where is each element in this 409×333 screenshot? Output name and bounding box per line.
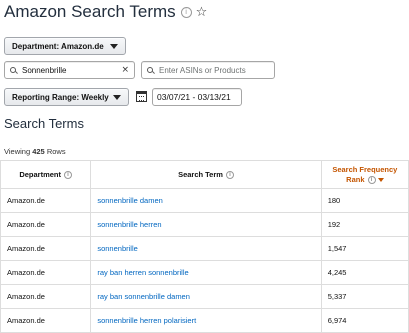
asin-placeholder: Enter ASINs or Products bbox=[159, 65, 246, 75]
table-row: Amazon.de sonnenbrille 1,547 bbox=[0, 236, 409, 261]
rank-cell: 6,974 bbox=[320, 308, 409, 333]
table-row: Amazon.de ray ban sonnenbrille damen 5,3… bbox=[0, 284, 409, 309]
viewing-suffix: Rows bbox=[44, 147, 66, 156]
rank-cell: 192 bbox=[320, 212, 409, 237]
rank-cell: 5,337 bbox=[320, 284, 409, 309]
chevron-down-icon bbox=[113, 94, 121, 100]
rank-cell: 4,245 bbox=[320, 260, 409, 285]
column-header-label: Search Frequency bbox=[332, 164, 398, 174]
department-cell: Amazon.de bbox=[0, 308, 92, 333]
info-icon[interactable]: i bbox=[64, 171, 73, 179]
search-icon bbox=[147, 66, 154, 74]
search-term-link[interactable]: sonnenbrille herren bbox=[90, 212, 322, 237]
department-cell: Amazon.de bbox=[0, 212, 92, 237]
asin-search-input[interactable]: Enter ASINs or Products bbox=[141, 61, 275, 79]
reporting-range-dropdown[interactable]: Reporting Range: Weekly bbox=[4, 88, 129, 106]
row-count: 425 bbox=[32, 147, 45, 156]
date-range-value: 03/07/21 - 03/13/21 bbox=[157, 92, 231, 102]
section-title: Search Terms bbox=[4, 116, 84, 131]
info-icon[interactable]: i bbox=[180, 6, 192, 18]
department-cell: Amazon.de bbox=[0, 284, 92, 309]
table-row: Amazon.de sonnenbrille herren 192 bbox=[0, 212, 409, 237]
close-icon[interactable]: × bbox=[121, 65, 129, 75]
reporting-range-label: Reporting Range: Weekly bbox=[12, 92, 109, 102]
search-term-link[interactable]: ray ban sonnenbrille damen bbox=[90, 284, 322, 309]
info-icon[interactable]: i bbox=[225, 171, 234, 179]
column-header-department[interactable]: Department i bbox=[0, 160, 92, 189]
calendar-icon[interactable] bbox=[136, 91, 147, 102]
column-header-label: Department bbox=[19, 169, 62, 179]
department-cell: Amazon.de bbox=[0, 236, 92, 261]
table-row: Amazon.de sonnenbrille damen 180 bbox=[0, 188, 409, 213]
page-title: Amazon Search Terms bbox=[4, 2, 176, 21]
search-icon bbox=[10, 66, 17, 74]
table-row: Amazon.de ray ban herren sonnenbrille 4,… bbox=[0, 260, 409, 285]
star-outline-icon[interactable]: ☆ bbox=[196, 5, 208, 20]
viewing-prefix: Viewing bbox=[4, 147, 33, 156]
search-input-value: Sonnenbrille bbox=[22, 65, 67, 75]
column-header-search-frequency-rank[interactable]: Search Frequency Rank i bbox=[320, 160, 409, 189]
table-header-row: Department i Search Term i Search Frequenc… bbox=[0, 160, 409, 189]
column-header-label: Rank bbox=[346, 174, 365, 184]
sort-descending-icon[interactable] bbox=[377, 177, 384, 182]
column-header-label: Search Term bbox=[178, 169, 223, 179]
chevron-down-icon bbox=[110, 43, 118, 49]
search-term-link[interactable]: sonnenbrille bbox=[90, 236, 322, 261]
search-term-link[interactable]: sonnenbrille damen bbox=[90, 188, 322, 213]
info-icon[interactable]: i bbox=[367, 175, 376, 184]
date-range-field[interactable]: 03/07/21 - 03/13/21 bbox=[152, 88, 242, 106]
column-header-search-term[interactable]: Search Term i bbox=[90, 160, 322, 189]
search-term-link[interactable]: ray ban herren sonnenbrille bbox=[90, 260, 322, 285]
search-terms-table: Department i Search Term i Search Frequenc… bbox=[0, 160, 409, 333]
table-row: Amazon.de sonnenbrille herren polarisier… bbox=[0, 308, 409, 333]
row-count-text: Viewing 425 Rows bbox=[4, 147, 66, 156]
department-dropdown-label: Department: Amazon.de bbox=[12, 41, 104, 51]
rank-cell: 180 bbox=[320, 188, 409, 213]
department-cell: Amazon.de bbox=[0, 260, 92, 285]
department-dropdown[interactable]: Department: Amazon.de bbox=[4, 37, 126, 55]
department-cell: Amazon.de bbox=[0, 188, 92, 213]
rank-cell: 1,547 bbox=[320, 236, 409, 261]
search-input[interactable]: Sonnenbrille × bbox=[4, 61, 135, 79]
search-term-link[interactable]: sonnenbrille herren polarisiert bbox=[90, 308, 322, 333]
page-header: Amazon Search Terms i ☆ bbox=[4, 0, 207, 24]
